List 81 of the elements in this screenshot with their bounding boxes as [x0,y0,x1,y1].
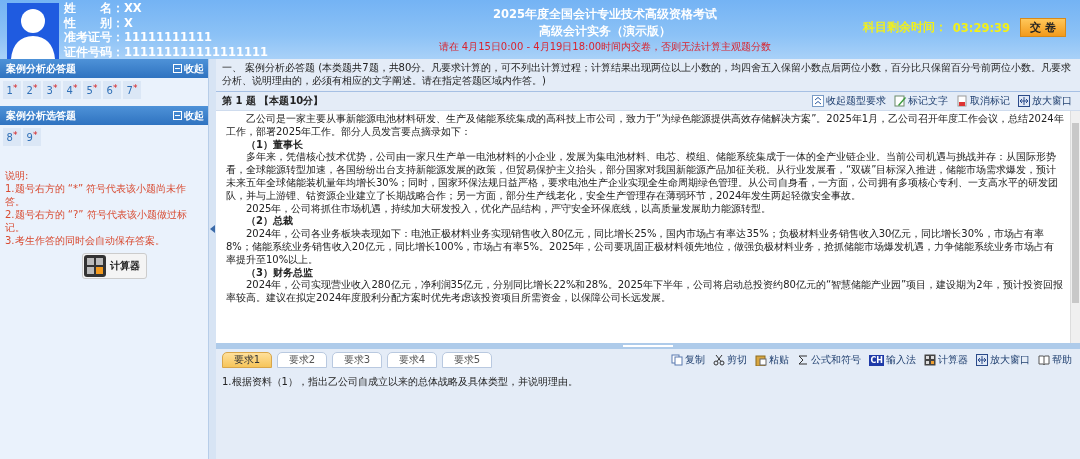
enlarge-icon [976,354,988,366]
note-text: 3.考生作答的同时会自动保存答案。 [5,234,166,247]
field-value: 111111111111111111 [124,44,269,59]
toolbar-link[interactable]: 收起题型要求 [812,94,886,108]
resize-bar[interactable] [216,343,1080,349]
question-number-button[interactable]: 3* [43,81,61,99]
field-value: 11111111111 [124,30,213,45]
passage-heading: （1）董事长 [245,138,304,152]
calculator-button[interactable]: 计算器 [81,253,147,279]
passage-paragraph: 多年来，凭借核心技术优势，公司由一家只生产单一电池材料的小企业，发展为集电池材料、电芯、模组、储能系统集成于一体的全产业链企业。当前公司机遇与挑战并存：从国际形势看，全球能源转型加速，各国纷纷出台支持新能源发展的政策，但贸易保护主义抬头，部分国家对我国新能源产品加征关税。从行业发展看，“双碳”目标深入推进，储能市场需求爆发，预计未来五年全球储能装机量年均增长30%；同时，国家环保法规日益严格，要求电池生产企业实现全生命周期绿色管理。从公司自身看，一方面，公司拥有多项核心专利、一支高水平的研发团队，并与上游锂、钴资源企业建立了长期战略合作；另一方面，部分生产线老化，安全生产管理存在薄弱环节，2024年发生两起轻微安全事故。 [226,151,1060,203]
requirement-tab[interactable]: 要求5 [442,352,492,368]
question-number-button[interactable]: 6* [103,81,121,99]
toolbar-link[interactable]: 粘贴 [755,353,790,367]
calculator-icon [924,354,936,366]
scrollbar[interactable] [1070,111,1080,343]
minus-box-icon [173,111,182,120]
book-icon [1038,354,1050,366]
field-label: 证件号码： [64,44,124,59]
deadline-notice: 请在 4月15日0:00 - 4月19日18:00时间内交卷，否则无法计算主观题分数 [438,39,772,54]
question-number-button[interactable]: 2* [23,81,41,99]
passage-paragraph: 2024年，公司各业务板块表现如下：电池正极材料业务实现销售收入80亿元，同比增长25%，国内市场占有率达35%；负极材料业务销售收入30亿元，同比增长30%，市场占有率8%；储能系统业务销售收入20亿元，同比增长100%，市场占有率5%。2025年，公司要巩固正极材料领先地位，做强负极材料业务，抢抓储能市场爆发机遇，力争储能系统业务市场占有率提升至10%以上。 [226,228,1056,267]
requirement-tab[interactable]: 要求1 [222,352,272,368]
note-text: 1.题号右方的 “*” 符号代表该小题尚未作答。 [5,182,188,208]
scrollbar-thumb[interactable] [1072,123,1079,303]
toolbar-link[interactable]: 放大窗口 [976,353,1030,367]
field-value: XX [124,1,142,16]
splitter-bar[interactable] [208,59,216,459]
question-title: 第 1 题 【本题10分】 [222,94,324,108]
collapse-toggle[interactable]: 收起 [173,61,204,76]
field-label: 性 别： [64,15,124,30]
requirement-tab[interactable]: 要求3 [332,352,382,368]
question-number-button[interactable]: 8* [3,128,21,146]
requirement-text: 1.根据资料（1），指出乙公司自成立以来的总体战略及具体类型，并说明理由。 [221,375,579,389]
question-number-button[interactable]: 7* [123,81,141,99]
toolbar-link[interactable]: 取消标记 [956,94,1010,108]
toolbar-link[interactable]: CH 输入法 [869,353,916,367]
passage-paragraph: 乙公司是一家主要从事新能源电池材料研发、生产及储能系统集成的高科技上市公司，致力于“为绿色能源提供高效存储解决方案”。2025年1月，乙公司召开年度工作会议，总结2024年工作，部署2025年工作。部分人员发言要点摘录如下： [226,113,1064,139]
left-arrow-icon [210,225,215,233]
clipboard-icon [755,354,768,366]
toolbar-link[interactable]: 公式和符号 [797,353,862,367]
section-title: 案例分析选答题 [6,108,76,123]
passage-heading: （3）财务总监 [245,266,314,279]
requirement-tab[interactable]: 要求2 [277,352,327,368]
passage-paragraph: 2025年，公司将抓住市场机遇，持续加大研发投入，优化产品结构，严守安全环保底线，以高质量发展助力能源转型。 [245,202,773,215]
section-title: 案例分析必答题 [6,61,76,76]
copy-icon [671,354,684,366]
collapse-toggle[interactable]: 收起 [173,108,204,123]
toolbar-link[interactable]: 帮助 [1038,353,1072,367]
exam-title: 2025年度全国会计专业技术高级资格考试 [492,5,717,23]
passage-heading: （2）总裁 [245,215,294,229]
question-number-button[interactable]: 9* [23,128,41,146]
toolbar-link[interactable]: 剪切 [713,353,748,367]
note-text: 说明: [5,169,30,182]
field-label: 准考证号： [64,30,124,45]
timer-value: 03:29:39 [952,20,1010,35]
calculator-icon [83,255,106,277]
minus-box-icon [173,64,182,73]
passage-paragraph: 2024年，公司实现营业收入280亿元，净利润35亿元，分别同比增长22%和28%。2025年下半年，公司将启动总投资约80亿元的“智慧储能产业园”项目，建设期为2年，预计投资回报率较高。建议在拟定2024年度股利分配方案时优先考虑该投资项目所需资金，以保障公司长远发展。 [226,279,1064,305]
enlarge-icon [1018,95,1030,107]
toolbar-link[interactable]: 计算器 [924,353,968,367]
pencil-note-icon [894,95,906,107]
input-method-badge: CH [869,354,884,366]
question-number-button[interactable]: 5* [83,81,101,99]
person-silhouette-icon [7,3,59,59]
toolbar-link[interactable]: 放大窗口 [1018,94,1072,108]
instructions-text: 一、 案例分析必答题 (本类题共7题，共80分。凡要求计算的，可不列出计算过程；计算结果出现两位以上小数的，均四舍五入保留小数点后两位小数，百分比只保留百分号前两位小数。凡要求分析、说明理由的，必须有相应的文字阐述。请在指定答题区域内作答。) [216,59,1080,92]
timer-label: 科目剩余时间： [862,20,947,35]
sigma-icon [797,354,810,366]
collapse-icon [812,95,824,107]
question-number-button[interactable]: 1* [3,81,21,99]
exam-subtitle: 高级会计实务（演示版） [538,22,671,40]
toolbar-link[interactable]: 复制 [671,353,706,367]
field-label: 姓 名： [64,1,124,16]
toolbar-link[interactable]: 标记文字 [894,94,948,108]
scissors-icon [713,354,726,366]
requirement-tab[interactable]: 要求4 [387,352,437,368]
submit-button[interactable]: 交 卷 [1020,18,1066,37]
question-number-button[interactable]: 4* [63,81,81,99]
note-text: 2.题号右方的 “?” 符号代表该小题做过标记。 [5,208,188,234]
field-value: X [124,15,133,30]
eraser-note-icon [956,95,968,107]
